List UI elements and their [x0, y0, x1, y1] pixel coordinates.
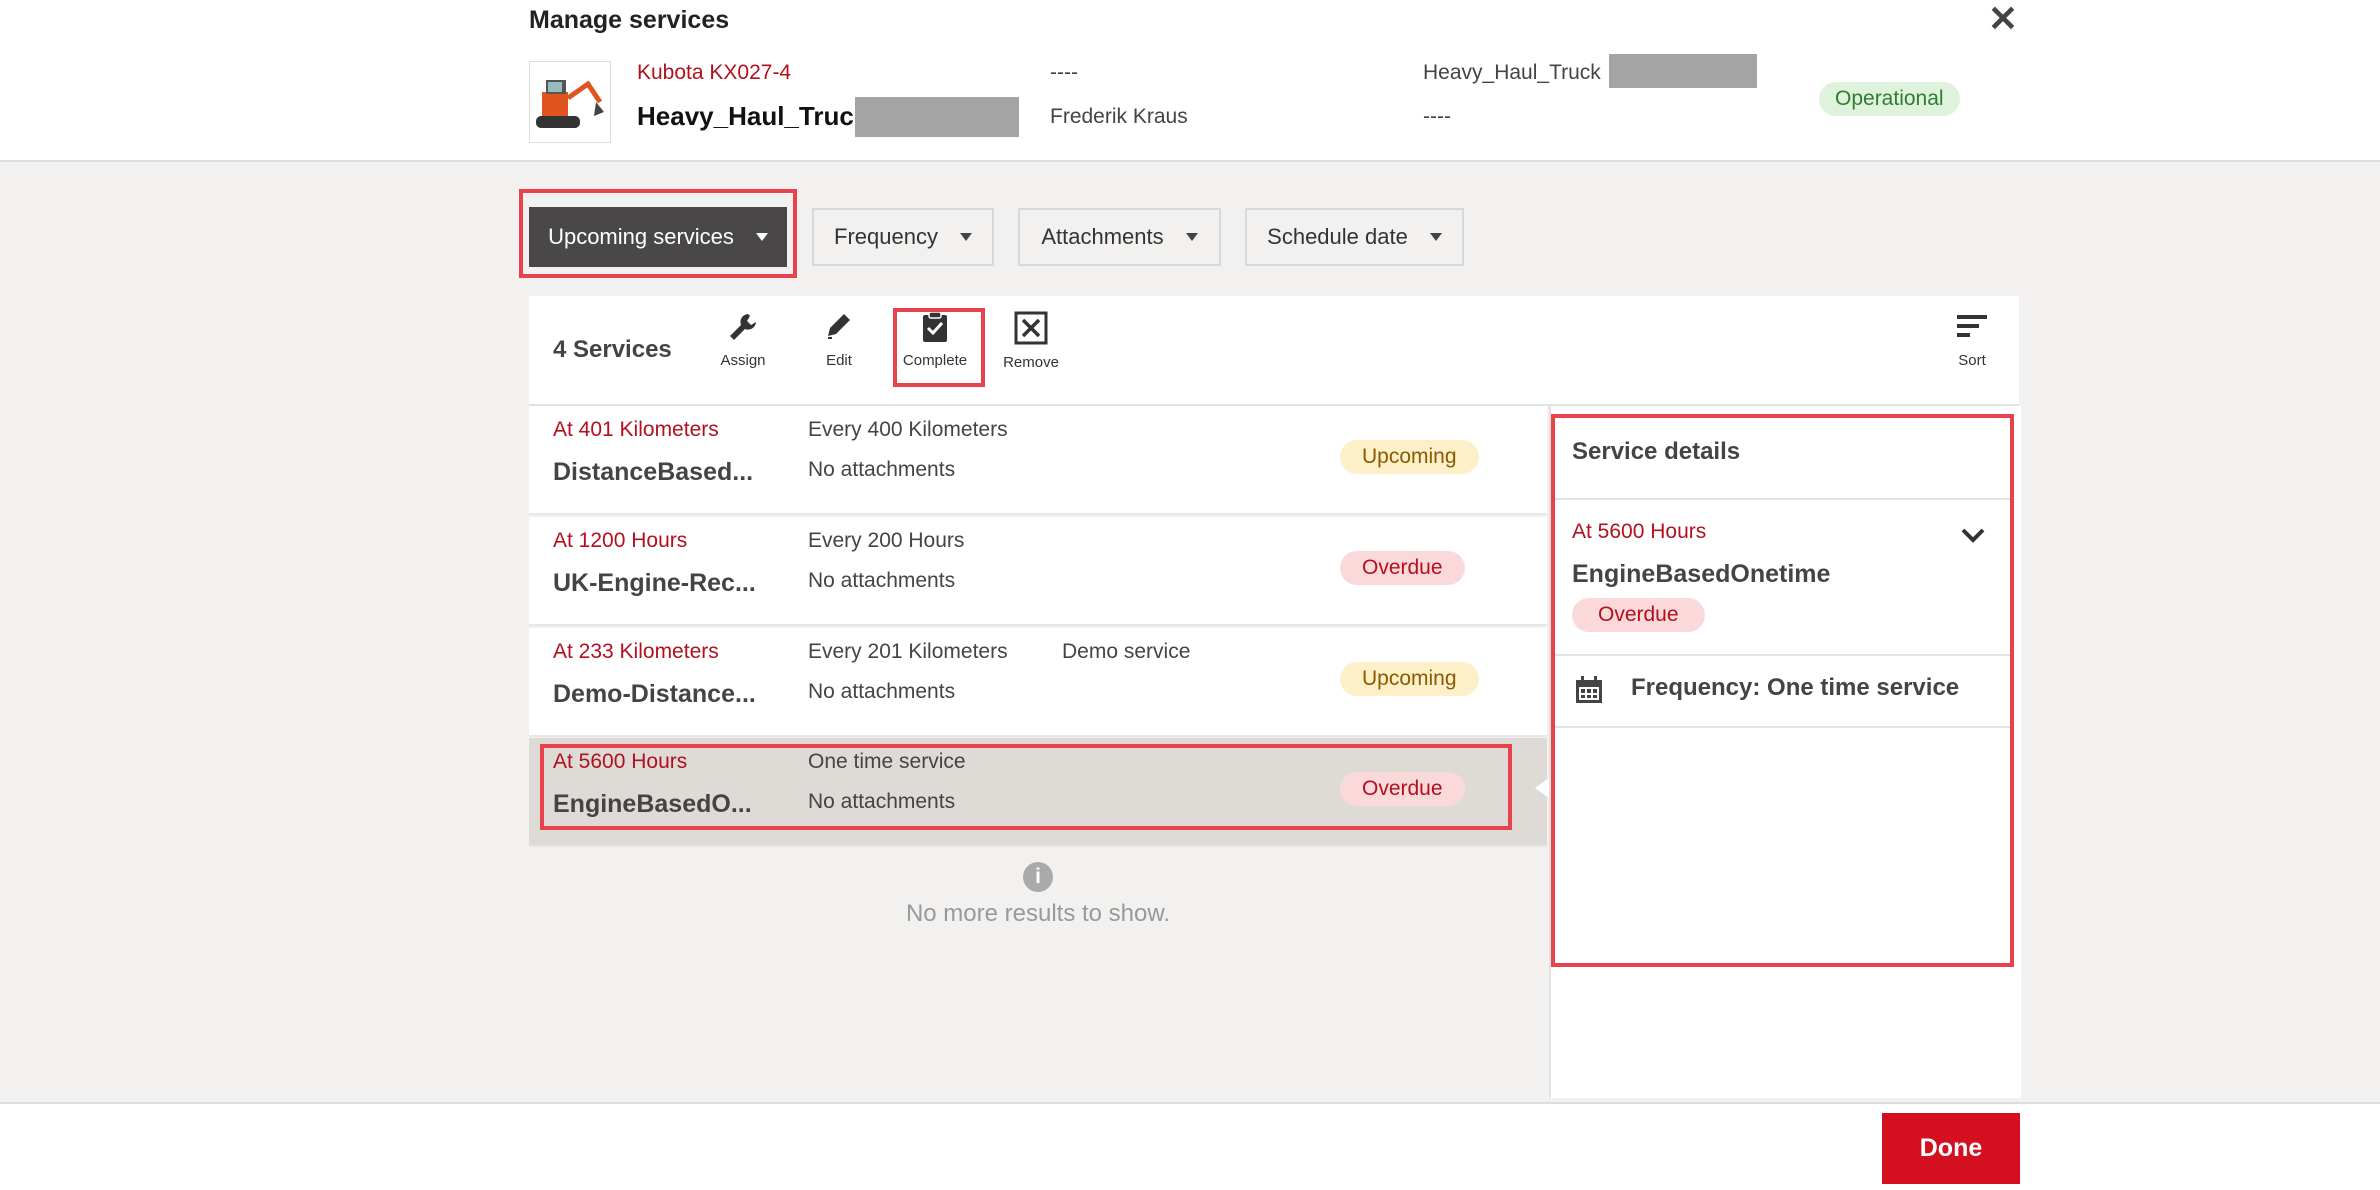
- pencil-icon: [828, 314, 850, 339]
- filter-attachments[interactable]: Attachments: [1018, 208, 1221, 266]
- service-frequency: Every 400 Kilometers: [808, 418, 1008, 441]
- asset-field-4: ----: [1423, 105, 1451, 128]
- divider: [1553, 654, 2013, 656]
- service-name: Demo-Distance...: [553, 680, 756, 708]
- complete-button[interactable]: Complete: [895, 310, 975, 369]
- service-details-panel: [1549, 406, 2021, 1098]
- status-badge: Overdue: [1340, 772, 1465, 806]
- service-attachments: No attachments: [808, 569, 956, 592]
- service-frequency: Every 201 Kilometers: [808, 640, 1008, 663]
- sort-icon: [1957, 315, 1987, 337]
- dialog-title: Manage services: [529, 6, 730, 34]
- caret-down-icon: [1429, 233, 1442, 241]
- dialog-footer: [0, 1102, 2380, 1190]
- filter-label: Attachments: [1041, 224, 1164, 249]
- details-title: Service details: [1572, 438, 1741, 465]
- divider: [1553, 726, 2013, 728]
- calendar-icon: [1574, 675, 1604, 710]
- assign-label: Assign: [720, 352, 766, 369]
- remove-x-icon: [1014, 311, 1048, 345]
- service-frequency: One time service: [808, 750, 966, 773]
- sort-label: Sort: [1958, 352, 1986, 369]
- caret-down-icon: [755, 233, 768, 241]
- chevron-down-icon[interactable]: [1960, 526, 1986, 551]
- service-due: At 401 Kilometers: [553, 418, 719, 441]
- remove-label: Remove: [1003, 354, 1059, 371]
- edit-label: Edit: [826, 352, 852, 369]
- sort-button[interactable]: Sort: [1932, 310, 2012, 369]
- service-row[interactable]: At 1200 Hours UK-Engine-Rec... Every 200…: [529, 517, 1547, 626]
- complete-label: Complete: [902, 352, 968, 369]
- filter-upcoming-services[interactable]: Upcoming services: [529, 207, 787, 267]
- remove-button[interactable]: Remove: [991, 310, 1071, 371]
- no-more-results: No more results to show.: [905, 900, 1171, 927]
- service-row-selected[interactable]: At 5600 Hours EngineBasedO... One time s…: [529, 738, 1547, 847]
- status-badge: Overdue: [1340, 551, 1465, 585]
- caret-down-icon: [1185, 233, 1198, 241]
- service-due: At 233 Kilometers: [553, 640, 719, 663]
- service-name: EngineBasedO...: [553, 790, 752, 818]
- asset-name: Heavy_Haul_Truck: [637, 101, 869, 131]
- status-badge: Upcoming: [1340, 662, 1479, 696]
- caret-down-icon: [959, 233, 972, 241]
- filter-label: Schedule date: [1267, 224, 1408, 249]
- asset-field-3: Heavy_Haul_Truck: [1423, 61, 1601, 84]
- divider: [1553, 498, 2013, 500]
- filter-frequency[interactable]: Frequency: [812, 208, 994, 266]
- filter-label: Frequency: [834, 224, 938, 249]
- redacted-block: [855, 97, 1019, 137]
- service-frequency: Every 200 Hours: [808, 529, 965, 552]
- clipboard-check-icon: [923, 311, 947, 342]
- service-description: Demo service: [1062, 640, 1191, 663]
- assign-button[interactable]: Assign: [703, 310, 783, 369]
- close-icon[interactable]: ✕: [1986, 1, 2020, 37]
- asset-header: [0, 0, 2380, 162]
- filter-schedule-date[interactable]: Schedule date: [1245, 208, 1464, 266]
- service-row[interactable]: At 401 Kilometers DistanceBased... Every…: [529, 406, 1547, 515]
- status-badge: Overdue: [1572, 598, 1705, 632]
- asset-thumbnail: [529, 61, 611, 143]
- redacted-block: [1609, 54, 1757, 88]
- service-attachments: No attachments: [808, 458, 956, 481]
- status-badge: Upcoming: [1340, 440, 1479, 474]
- service-due: At 5600 Hours: [553, 750, 688, 773]
- service-count: 4 Services: [553, 336, 672, 363]
- done-button[interactable]: Done: [1882, 1113, 2020, 1184]
- service-due: At 1200 Hours: [553, 529, 688, 552]
- operator-name: Frederik Kraus: [1050, 105, 1188, 128]
- details-frequency: Frequency: One time service: [1631, 674, 1960, 701]
- asset-field-1: ----: [1050, 61, 1078, 84]
- info-icon: i: [1023, 862, 1053, 892]
- edit-button[interactable]: Edit: [799, 310, 879, 369]
- service-row[interactable]: At 233 Kilometers Demo-Distance... Every…: [529, 628, 1547, 737]
- service-attachments: No attachments: [808, 680, 956, 703]
- service-name: UK-Engine-Rec...: [553, 569, 756, 597]
- details-pointer: [1535, 778, 1549, 798]
- details-name: EngineBasedOnetime: [1572, 560, 1831, 588]
- status-badge: Operational: [1819, 82, 1960, 116]
- details-due: At 5600 Hours: [1572, 520, 1707, 543]
- asset-model: Kubota KX027-4: [637, 61, 792, 84]
- filter-label: Upcoming services: [548, 224, 734, 249]
- service-attachments: No attachments: [808, 790, 956, 813]
- service-name: DistanceBased...: [553, 458, 754, 486]
- wrench-icon: [730, 314, 756, 340]
